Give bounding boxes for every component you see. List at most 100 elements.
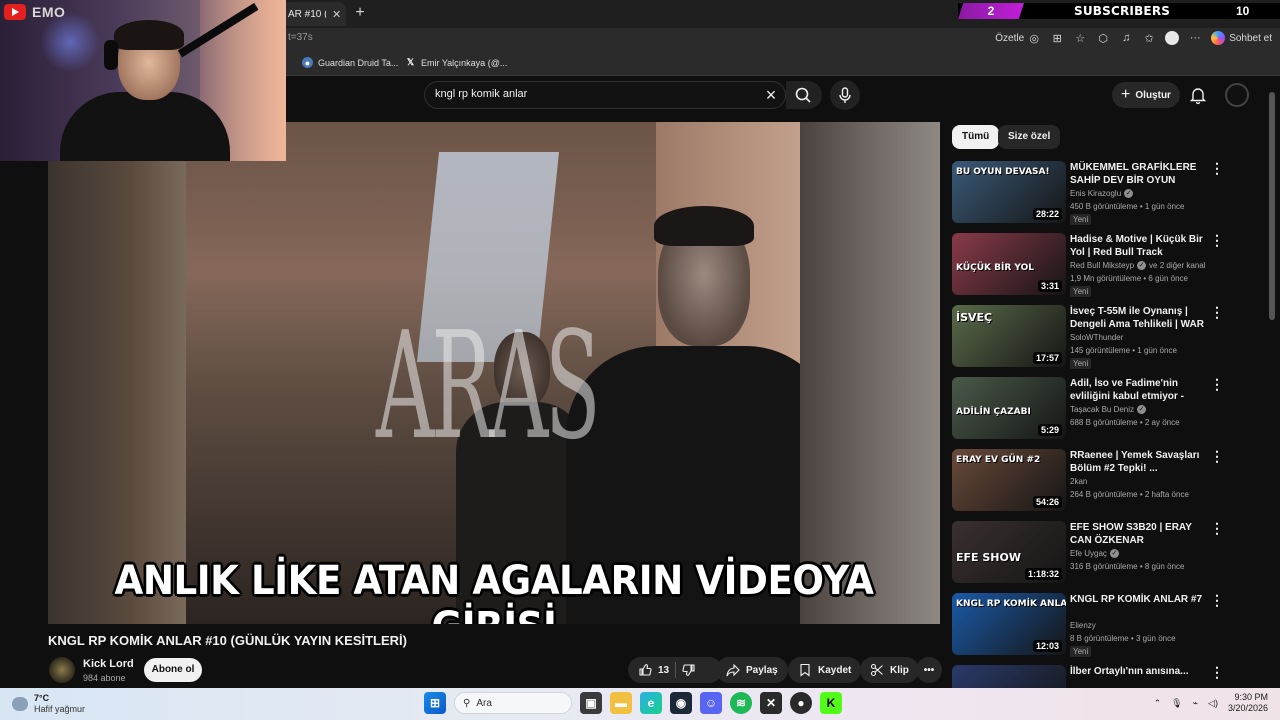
- recommendation-item[interactable]: KÜÇÜK BİR YOL 3:31 Hadise & Motive | Küçük…: [952, 233, 1264, 299]
- like-dislike-group: 13: [628, 657, 722, 683]
- more-vert-icon[interactable]: ⋮: [1210, 665, 1224, 681]
- favorites-icon[interactable]: ✩: [1142, 31, 1156, 45]
- new-badge: Yeni: [1070, 286, 1092, 297]
- split-screen-icon[interactable]: ⊞: [1050, 31, 1064, 45]
- more-vert-icon[interactable]: ⋮: [1210, 305, 1224, 321]
- recommendation-title[interactable]: Adil, İso ve Fadime'nin evliliğini kabul…: [1070, 377, 1206, 403]
- more-vert-icon[interactable]: ⋮: [1210, 593, 1224, 609]
- subscribe-button[interactable]: Abone ol: [144, 658, 202, 682]
- network-icon[interactable]: ⌁: [1193, 698, 1198, 709]
- recommendation-title[interactable]: İlber Ortaylı'nın anısına...: [1070, 665, 1206, 678]
- more-vert-icon[interactable]: ⋮: [1210, 449, 1224, 465]
- volume-icon[interactable]: ◁): [1208, 698, 1218, 709]
- channel-avatar[interactable]: [49, 657, 75, 683]
- voice-search-button[interactable]: [830, 80, 860, 110]
- obs-icon[interactable]: ●: [790, 692, 812, 714]
- recommendation-channel[interactable]: Red Bull Miksteyp: [1070, 261, 1134, 270]
- taskbar-search[interactable]: ⚲ Ara: [454, 692, 572, 714]
- copilot-button[interactable]: Sohbet et: [1211, 31, 1272, 45]
- clip-button[interactable]: Klip: [860, 657, 919, 683]
- plus-icon: +: [1121, 86, 1131, 103]
- chevron-up-icon[interactable]: ⌃: [1154, 698, 1162, 709]
- recommendation-item[interactable]: BU OYUN DEVASA! 28:22 MÜKEMMEL GRAFİKLERE …: [952, 161, 1264, 227]
- recommendation-meta: 145 görüntüleme • 1 gün önce: [1070, 346, 1177, 355]
- favorite-emir-x[interactable]: 𝕏 Emir Yalçınkaya (@...: [405, 57, 507, 68]
- browser-tab[interactable]: AR #10 (GÜN ✕: [282, 2, 346, 26]
- share-button[interactable]: Paylaş: [716, 657, 788, 683]
- video-thumbnail[interactable]: EFE SHOW 1:18:32: [952, 521, 1066, 583]
- recommendation-title[interactable]: KNGL RP KOMİK ANLAR #7: [1070, 593, 1206, 606]
- more-vert-icon[interactable]: ⋮: [1210, 521, 1224, 537]
- favorite-star-icon[interactable]: ☆: [1073, 31, 1087, 45]
- media-control-icon[interactable]: ♫: [1119, 31, 1133, 45]
- search-input[interactable]: [435, 88, 735, 100]
- kick-icon[interactable]: K: [820, 692, 842, 714]
- windows-start-icon[interactable]: ⊞: [424, 692, 446, 714]
- extensions-icon[interactable]: ⬡: [1096, 31, 1110, 45]
- recommendation-channel[interactable]: Enis Kirazoglu: [1070, 189, 1121, 198]
- task-view-icon[interactable]: ▣: [580, 692, 602, 714]
- more-vert-icon[interactable]: ⋮: [1210, 161, 1224, 177]
- summarize-button[interactable]: Özetle ◎: [995, 31, 1041, 45]
- save-button[interactable]: Kaydet: [788, 657, 862, 683]
- more-vert-icon[interactable]: ⋮: [1210, 377, 1224, 393]
- favorite-guardian-druid[interactable]: ● Guardian Druid Ta...: [302, 57, 398, 68]
- chip-for-you[interactable]: Size özel: [998, 125, 1061, 149]
- account-avatar[interactable]: [1225, 83, 1249, 107]
- recommendation-views: 316 B görüntüleme: [1070, 562, 1138, 571]
- taskbar-apps: ⊞ ⚲ Ara ▣ ▬ e ◉ ☺ ≋ ✕ ● K: [424, 692, 842, 714]
- clear-search-icon[interactable]: ×: [761, 85, 781, 105]
- edge-browser-icon[interactable]: e: [640, 692, 662, 714]
- recommendation-channel[interactable]: Taşacak Bu Deniz: [1070, 405, 1134, 414]
- recommendation-title[interactable]: RRaenee | Yemek Savaşları Bölüm #2 Tepki…: [1070, 449, 1206, 475]
- verified-check-icon: ✓: [1109, 549, 1119, 558]
- search-box[interactable]: ×: [424, 81, 786, 109]
- weather-widget[interactable]: 7°C Hafif yağmur: [12, 693, 85, 715]
- sidebar-scrollbar[interactable]: [1269, 92, 1275, 320]
- video-thumbnail[interactable]: İSVEÇ 17:57: [952, 305, 1066, 367]
- microphone-tray-icon[interactable]: 🎙: [1171, 698, 1182, 709]
- recommendation-item[interactable]: KNGL RP KOMİK ANLAR 712:03 KNGL RP KOMİK …: [952, 593, 1264, 659]
- recommendation-item[interactable]: EFE SHOW 1:18:32 EFE SHOW S3B20 | ERAY CAN…: [952, 521, 1264, 587]
- recommendation-title[interactable]: Hadise & Motive | Küçük Bir Yol | Red Bu…: [1070, 233, 1206, 259]
- recommendation-channel-row: Enis Kirazoglu ✓: [1070, 189, 1134, 198]
- steam-icon[interactable]: ◉: [670, 692, 692, 714]
- video-thumbnail[interactable]: ADİLİN ÇAZABI 5:29: [952, 377, 1066, 439]
- clock[interactable]: 9:30 PM 3/20/2026: [1228, 692, 1268, 714]
- spotify-icon[interactable]: ≋: [730, 692, 752, 714]
- chip-all[interactable]: Tümü: [952, 125, 1000, 149]
- video-thumbnail[interactable]: KÜÇÜK BİR YOL 3:31: [952, 233, 1066, 295]
- recommendation-item[interactable]: İSVEÇ 17:57 İsveç T-55M ile Oynanış | Deng…: [952, 305, 1264, 371]
- recommendation-channel[interactable]: Efe Uygaç: [1070, 549, 1107, 558]
- like-button[interactable]: 13: [638, 663, 669, 677]
- file-explorer-icon[interactable]: ▬: [610, 692, 632, 714]
- notifications-button[interactable]: [1187, 84, 1209, 106]
- recommendation-channel[interactable]: Elienzy: [1070, 621, 1096, 630]
- channel-name[interactable]: Kick Lord: [83, 658, 134, 670]
- dislike-button[interactable]: [682, 663, 696, 677]
- recommendation-item[interactable]: ERAY EV GÜN #2 54:26 RRaenee | Yemek Savaş…: [952, 449, 1264, 515]
- recommendation-item[interactable]: ADİLİN ÇAZABI 5:29 Adil, İso ve Fadime'nin…: [952, 377, 1264, 443]
- recommendation-channel[interactable]: SoloWThunder: [1070, 333, 1123, 342]
- video-thumbnail[interactable]: BU OYUN DEVASA! 28:22: [952, 161, 1066, 223]
- recommendation-title[interactable]: EFE SHOW S3B20 | ERAY CAN ÖZKENAR: [1070, 521, 1206, 547]
- search-button[interactable]: [786, 81, 822, 109]
- new-tab-button[interactable]: +: [352, 4, 368, 22]
- more-actions-button[interactable]: •••: [916, 657, 942, 683]
- discord-icon[interactable]: ☺: [700, 692, 722, 714]
- video-player[interactable]: ARAS ANLIK LİKE ATAN AGALARIN VİDEOYA Gİ…: [48, 122, 940, 624]
- recommendation-title[interactable]: MÜKEMMEL GRAFİKLERE SAHİP DEV BİR OYUN Ç…: [1070, 161, 1206, 187]
- xbox-icon[interactable]: ✕: [760, 692, 782, 714]
- video-thumbnail[interactable]: KNGL RP KOMİK ANLAR 7 12:03: [952, 593, 1066, 655]
- close-tab-icon[interactable]: ✕: [332, 8, 341, 21]
- video-thumbnail[interactable]: ERAY EV GÜN #2 54:26: [952, 449, 1066, 511]
- recommendation-title[interactable]: İsveç T-55M ile Oynanış | Dengeli Ama Te…: [1070, 305, 1206, 331]
- recommendation-channel[interactable]: 2kan: [1070, 477, 1087, 486]
- thumbnail-text: BU OYUN DEVASA!: [956, 167, 1050, 177]
- url-text[interactable]: t=37s: [288, 32, 313, 43]
- create-button[interactable]: + Oluştur: [1112, 82, 1180, 108]
- more-vert-icon[interactable]: ⋮: [1210, 233, 1224, 249]
- profile-icon[interactable]: [1165, 31, 1180, 45]
- more-options-icon[interactable]: ···: [1188, 31, 1202, 45]
- new-badge: Yeni: [1070, 358, 1092, 369]
